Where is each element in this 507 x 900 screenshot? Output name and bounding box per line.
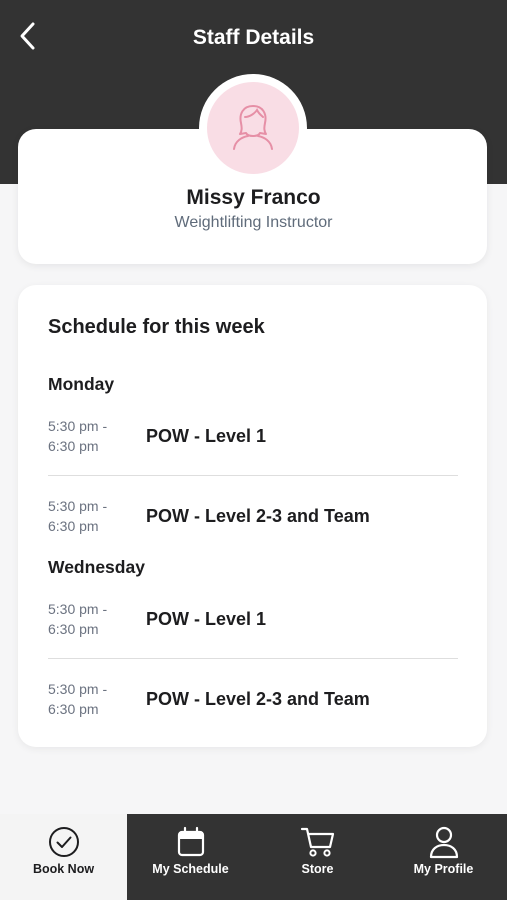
page-title: Staff Details xyxy=(192,26,315,49)
class-name: POW - Level 2-3 and Team xyxy=(146,505,370,526)
nav-item-book-now[interactable]: Book Now xyxy=(0,814,127,900)
nav-item-my-profile[interactable]: My Profile xyxy=(380,814,507,900)
class-time-end: 6:30 pm xyxy=(48,438,99,454)
class-time-start: 5:30 pm - xyxy=(48,418,108,434)
day-label-monday: Monday xyxy=(48,374,115,394)
schedule-card: Schedule for this week Monday 5:30 pm - … xyxy=(18,285,487,747)
class-row[interactable]: 5:30 pm - 6:30 pm POW - Level 1 xyxy=(48,405,458,467)
class-time-end: 6:30 pm xyxy=(48,701,99,717)
nav-item-store[interactable]: Store xyxy=(254,814,381,900)
class-time: 5:30 pm - 6:30 pm xyxy=(48,405,128,467)
class-time: 5:30 pm - 6:30 pm xyxy=(48,485,128,547)
divider xyxy=(48,658,458,659)
class-name: POW - Level 1 xyxy=(146,425,267,446)
class-time-end: 6:30 pm xyxy=(48,621,99,637)
class-row[interactable]: 5:30 pm - 6:30 pm POW - Level 2-3 and Te… xyxy=(48,485,458,547)
nav-label: Book Now xyxy=(32,862,95,876)
nav-label: My Profile xyxy=(413,862,474,876)
staff-name: Missy Franco xyxy=(186,186,321,209)
divider xyxy=(48,475,458,476)
class-time-start: 5:30 pm - xyxy=(48,601,108,617)
class-time: 5:30 pm - 6:30 pm xyxy=(48,588,128,650)
nav-label: My Schedule xyxy=(152,862,229,876)
class-time: 5:30 pm - 6:30 pm xyxy=(48,668,128,730)
avatar xyxy=(199,74,307,182)
avatar-circle xyxy=(207,82,299,174)
class-time-end: 6:30 pm xyxy=(48,518,99,534)
class-name: POW - Level 1 xyxy=(146,608,267,629)
schedule-title: Schedule for this week xyxy=(48,316,265,338)
nav-label: Store xyxy=(301,862,334,876)
calendar-icon xyxy=(175,825,207,859)
check-circle-icon xyxy=(47,825,81,859)
class-time-start: 5:30 pm - xyxy=(48,498,108,514)
class-time-start: 5:30 pm - xyxy=(48,681,108,697)
class-row[interactable]: 5:30 pm - 6:30 pm POW - Level 2-3 and Te… xyxy=(48,668,458,730)
cart-icon xyxy=(300,825,336,859)
nav-item-my-schedule[interactable]: My Schedule xyxy=(127,814,254,900)
class-row[interactable]: 5:30 pm - 6:30 pm POW - Level 1 xyxy=(48,588,458,650)
woman-avatar-icon xyxy=(230,101,276,156)
bottom-nav: Book Now My Schedule Store My Profile xyxy=(0,814,507,900)
staff-role: Weightlifting Instructor xyxy=(174,214,333,231)
user-icon xyxy=(428,825,460,859)
day-label-wednesday: Wednesday xyxy=(48,557,145,577)
class-name: POW - Level 2-3 and Team xyxy=(146,688,370,709)
